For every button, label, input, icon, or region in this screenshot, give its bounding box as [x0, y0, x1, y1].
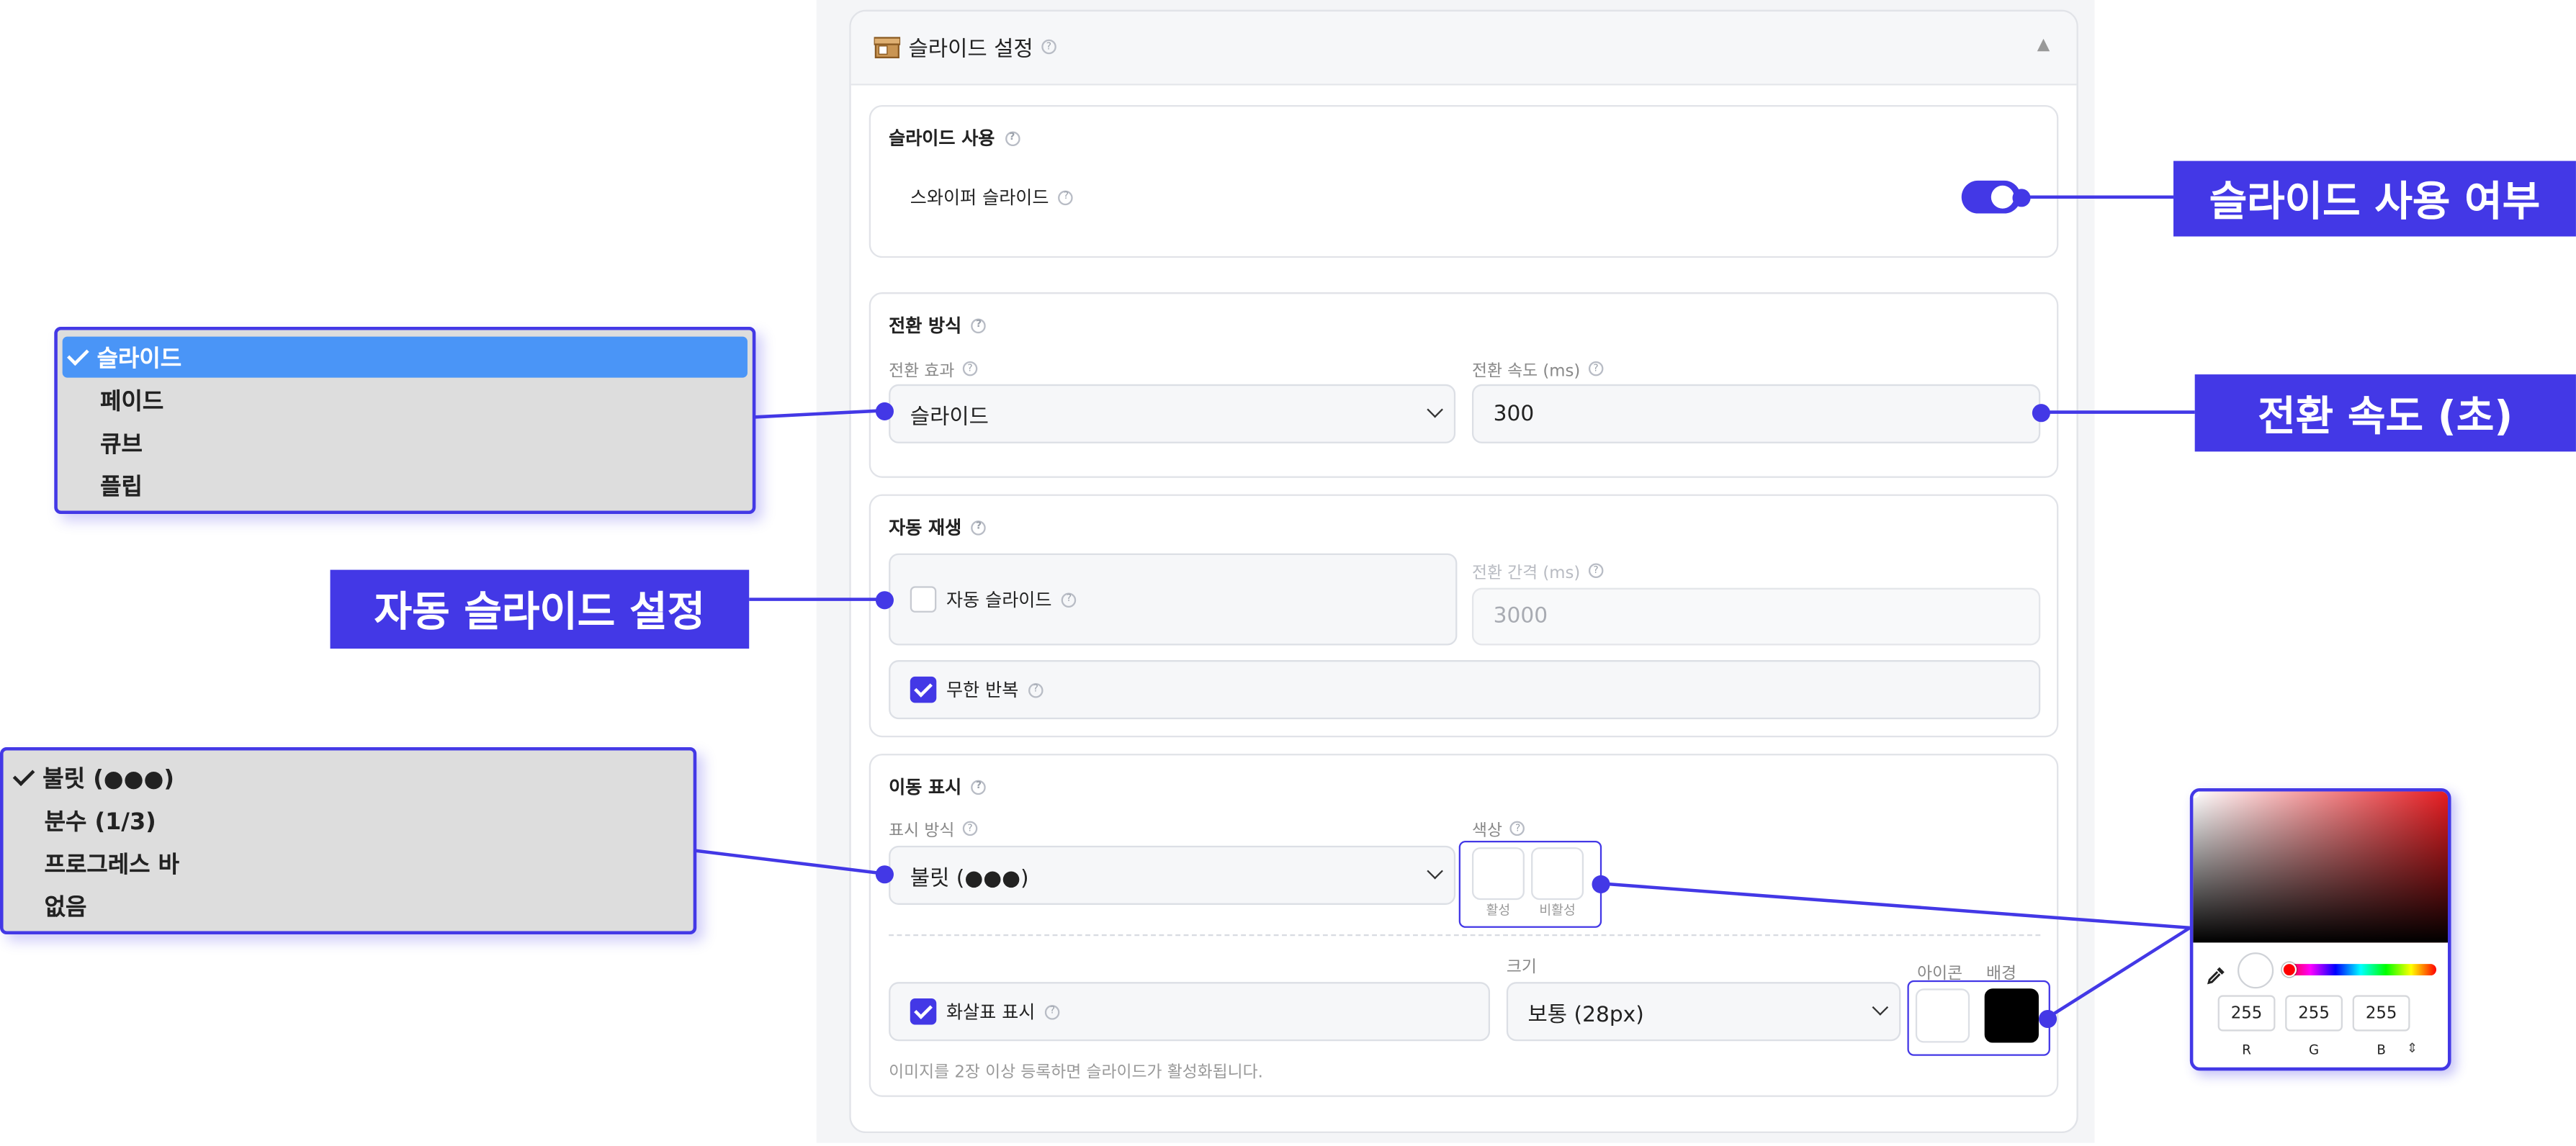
effect-option-cube[interactable]: 큐브: [100, 422, 143, 463]
connector-effect: [753, 409, 884, 419]
nav-mode-options-menu: 불릿 (●●●) 분수 (1/3) 프로그레스 바 없음: [0, 746, 697, 935]
nav-option-fraction[interactable]: 분수 (1/3): [45, 800, 156, 841]
green-label: G: [2308, 1042, 2320, 1058]
effect-option-slide[interactable]: 슬라이드: [62, 336, 748, 378]
color-picker-popup: 255 255 255 R G B ⇕: [2189, 788, 2451, 1071]
nav-option-label: 불릿 (●●●): [42, 766, 175, 793]
eyedropper-icon[interactable]: [2207, 961, 2226, 992]
hue-slider[interactable]: [2285, 964, 2437, 976]
effect-option-label: 슬라이드: [97, 346, 182, 372]
blue-label: B: [2377, 1042, 2386, 1058]
nav-option-bullet[interactable]: 불릿 (●●●): [8, 757, 174, 798]
check-icon: [67, 343, 89, 366]
effect-options-menu: 슬라이드 페이드 큐브 플립: [54, 326, 756, 515]
callout-autoplay: 자동 슬라이드 설정: [330, 569, 750, 649]
connector-mode: [694, 849, 884, 875]
check-icon: [12, 764, 35, 787]
red-label: R: [2242, 1042, 2251, 1058]
callout-slide-use: 슬라이드 사용 여부: [2173, 161, 2576, 237]
green-input[interactable]: 255: [2285, 995, 2343, 1032]
nav-option-progress[interactable]: 프로그레스 바: [45, 842, 179, 883]
connector-color: [1599, 882, 2191, 930]
color-mode-toggle[interactable]: ⇕: [2407, 1041, 2418, 1056]
hue-handle[interactable]: [2281, 962, 2297, 978]
red-input[interactable]: 255: [2217, 995, 2276, 1032]
callout-speed: 전환 속도 (초): [2194, 374, 2576, 452]
nav-option-none[interactable]: 없음: [45, 885, 87, 926]
effect-option-fade[interactable]: 페이드: [100, 379, 163, 420]
blue-input[interactable]: 255: [2352, 995, 2410, 1032]
saturation-area[interactable]: [2193, 791, 2448, 943]
effect-option-flip[interactable]: 플립: [100, 465, 143, 506]
connector-arrow-color: [2046, 926, 2191, 1020]
current-color-preview: [2237, 952, 2274, 989]
